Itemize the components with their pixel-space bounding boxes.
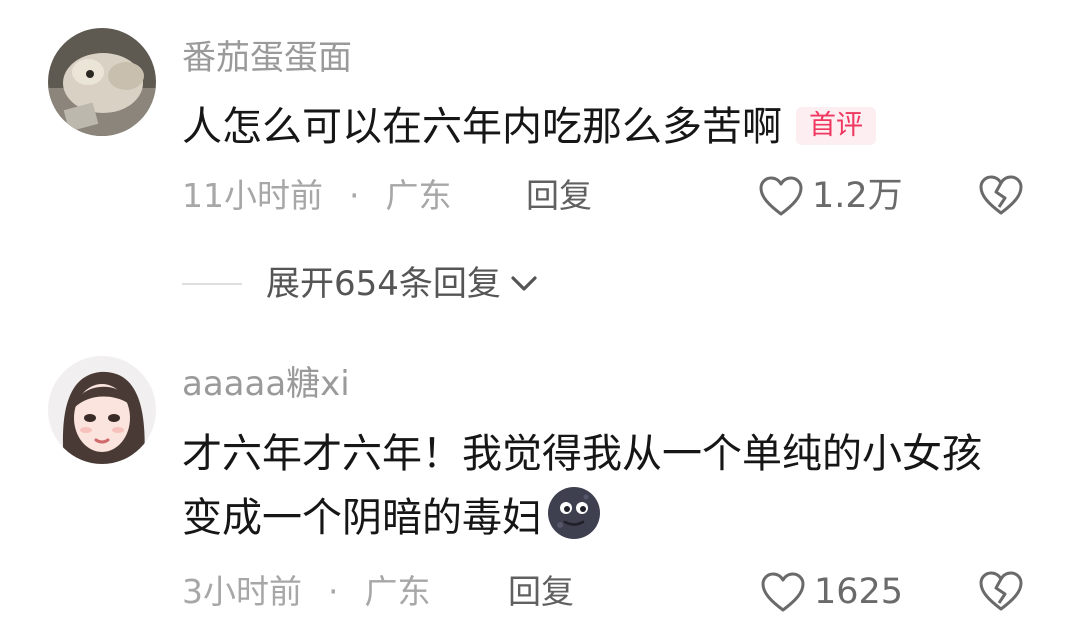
comment-meta: 3小时前 · 广东 回复 1625 bbox=[182, 570, 1042, 614]
avatar[interactable] bbox=[48, 28, 156, 136]
comment-text: 才六年才六年！我觉得我从一个单纯的小女孩变成一个阴暗的毒妇 bbox=[182, 423, 1012, 559]
dislike-button[interactable] bbox=[978, 174, 1024, 227]
chevron-down-icon bbox=[511, 276, 537, 291]
comment-time: 3小时前 bbox=[182, 572, 302, 611]
comment-text-content: 人怎么可以在六年内吃那么多苦啊 bbox=[182, 104, 782, 150]
comment-item-2[interactable]: aaaaa糖xi 才六年才六年！我觉得我从一个单纯的小女孩变成一个阴暗的毒妇 3… bbox=[0, 330, 1080, 628]
meta-separator: · bbox=[349, 176, 360, 215]
reply-button[interactable]: 回复 bbox=[526, 174, 592, 218]
expand-replies-label: 展开654条回复 bbox=[266, 264, 501, 304]
heart-outline-icon bbox=[761, 572, 805, 612]
reply-button[interactable]: 回复 bbox=[508, 570, 574, 614]
broken-heart-icon bbox=[979, 175, 1023, 215]
heart-outline-icon bbox=[759, 176, 803, 216]
like-button[interactable]: 1625 bbox=[760, 570, 903, 614]
divider-line bbox=[182, 283, 242, 285]
comment-item-1[interactable]: 番茄蛋蛋面 人怎么可以在六年内吃那么多苦啊 首评 11小时前 · 广东 回复 1.2万… bbox=[0, 0, 1080, 330]
first-comment-badge: 首评 bbox=[796, 107, 876, 145]
comment-time: 11小时前 bbox=[182, 176, 323, 215]
dislike-button[interactable] bbox=[978, 570, 1024, 623]
like-count: 1625 bbox=[814, 572, 904, 612]
meta-separator: · bbox=[328, 572, 339, 611]
like-button[interactable]: 1.2万 bbox=[758, 174, 903, 218]
broken-heart-icon bbox=[979, 571, 1023, 611]
new-moon-face-emoji bbox=[546, 485, 602, 559]
like-count: 1.2万 bbox=[812, 176, 903, 216]
username[interactable]: 番茄蛋蛋面 bbox=[182, 38, 352, 78]
expand-replies-button[interactable]: 展开654条回复 bbox=[182, 262, 541, 306]
comment-location: 广东 bbox=[385, 176, 452, 215]
username[interactable]: aaaaa糖xi bbox=[182, 364, 350, 404]
comment-location: 广东 bbox=[364, 572, 431, 611]
avatar[interactable] bbox=[48, 356, 156, 464]
comment-text: 人怎么可以在六年内吃那么多苦啊 首评 bbox=[182, 96, 1012, 158]
comment-meta: 11小时前 · 广东 回复 1.2万 bbox=[182, 174, 1042, 218]
